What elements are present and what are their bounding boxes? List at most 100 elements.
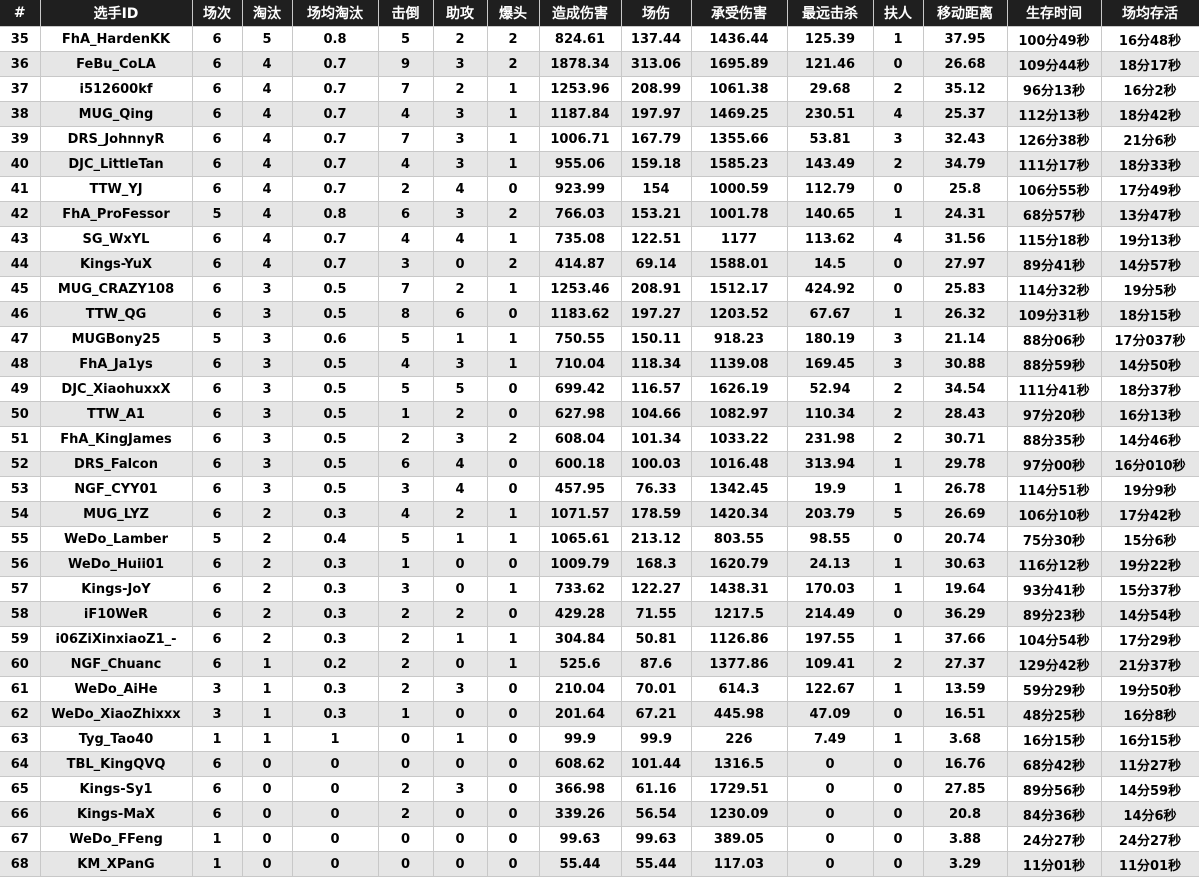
cell-eliminations: 4	[242, 126, 293, 152]
cell-matches: 6	[192, 576, 243, 602]
cell-avg-eliminations: 0.6	[292, 326, 379, 352]
cell-headshots: 2	[487, 51, 540, 77]
cell-damage-taken: 1061.38	[691, 76, 788, 102]
cell-headshots: 0	[487, 676, 540, 702]
cell-player-id: Kings-MaX	[40, 801, 193, 827]
cell-revives: 1	[873, 626, 924, 652]
cell-eliminations: 4	[242, 201, 293, 227]
cell-revives: 4	[873, 101, 924, 127]
cell-eliminations: 2	[242, 626, 293, 652]
cell-knockdowns: 0	[378, 726, 434, 752]
cell-longest-kill: 0	[787, 751, 874, 777]
cell-matches: 6	[192, 276, 243, 302]
cell-avg-damage: 70.01	[621, 676, 692, 702]
cell-damage-taken: 1512.17	[691, 276, 788, 302]
cell-assists: 4	[433, 176, 488, 202]
table-row: 58 iF10WeR 6 2 0.3 2 2 0 429.28 71.55 1217.5 214.49…	[0, 601, 1199, 627]
cell-rank: 35	[0, 26, 41, 52]
cell-assists: 0	[433, 826, 488, 852]
cell-rank: 42	[0, 201, 41, 227]
header-assists: 助攻	[433, 0, 488, 27]
cell-longest-kill: 140.65	[787, 201, 874, 227]
cell-avg-damage: 101.44	[621, 751, 692, 777]
cell-player-id: MUG_CRAZY108	[40, 276, 193, 302]
cell-headshots: 1	[487, 351, 540, 377]
cell-avg-damage: 208.91	[621, 276, 692, 302]
cell-distance-moved: 30.71	[923, 426, 1008, 452]
cell-damage-taken: 389.05	[691, 826, 788, 852]
cell-eliminations: 4	[242, 176, 293, 202]
cell-knockdowns: 2	[378, 176, 434, 202]
cell-rank: 66	[0, 801, 41, 827]
cell-avg-damage: 159.18	[621, 151, 692, 177]
cell-avg-eliminations: 0.7	[292, 76, 379, 102]
cell-eliminations: 2	[242, 501, 293, 527]
cell-rank: 63	[0, 726, 41, 752]
cell-knockdowns: 1	[378, 701, 434, 727]
cell-distance-moved: 20.74	[923, 526, 1008, 552]
cell-rank: 48	[0, 351, 41, 377]
cell-distance-moved: 16.51	[923, 701, 1008, 727]
cell-revives: 3	[873, 126, 924, 152]
cell-rank: 39	[0, 126, 41, 152]
table-row: 54 MUG_LYZ 6 2 0.3 4 2 1 1071.57 178.59 1420.34 203…	[0, 501, 1199, 527]
cell-longest-kill: 0	[787, 826, 874, 852]
cell-eliminations: 4	[242, 226, 293, 252]
cell-damage-dealt: 429.28	[539, 601, 622, 627]
cell-avg-eliminations: 0.7	[292, 51, 379, 77]
cell-damage-dealt: 99.63	[539, 826, 622, 852]
cell-avg-damage: 153.21	[621, 201, 692, 227]
cell-damage-taken: 1377.86	[691, 651, 788, 677]
cell-matches: 6	[192, 776, 243, 802]
cell-assists: 0	[433, 651, 488, 677]
cell-distance-moved: 34.79	[923, 151, 1008, 177]
cell-damage-taken: 1016.48	[691, 451, 788, 477]
cell-avg-damage: 87.6	[621, 651, 692, 677]
cell-headshots: 0	[487, 176, 540, 202]
table-row: 45 MUG_CRAZY108 6 3 0.5 7 2 1 1253.46 208.91 1512.…	[0, 276, 1199, 302]
cell-player-id: FhA_ProFessor	[40, 201, 193, 227]
cell-longest-kill: 0	[787, 851, 874, 877]
cell-longest-kill: 110.34	[787, 401, 874, 427]
cell-avg-eliminations: 0.7	[292, 226, 379, 252]
cell-avg-eliminations: 0.2	[292, 651, 379, 677]
cell-damage-taken: 614.3	[691, 676, 788, 702]
cell-longest-kill: 230.51	[787, 101, 874, 127]
cell-headshots: 0	[487, 451, 540, 477]
cell-knockdowns: 1	[378, 551, 434, 577]
header-revives: 扶人	[873, 0, 924, 27]
cell-damage-taken: 1033.22	[691, 426, 788, 452]
header-survival-time: 生存时间	[1007, 0, 1102, 27]
cell-damage-dealt: 1006.71	[539, 126, 622, 152]
cell-avg-eliminations: 0.7	[292, 101, 379, 127]
cell-headshots: 1	[487, 651, 540, 677]
cell-avg-survival: 18分33秒	[1101, 151, 1199, 177]
cell-rank: 41	[0, 176, 41, 202]
cell-player-id: Kings-JoY	[40, 576, 193, 602]
cell-eliminations: 3	[242, 401, 293, 427]
cell-headshots: 0	[487, 776, 540, 802]
cell-assists: 6	[433, 301, 488, 327]
cell-avg-damage: 100.03	[621, 451, 692, 477]
cell-knockdowns: 5	[378, 376, 434, 402]
cell-longest-kill: 0	[787, 776, 874, 802]
cell-headshots: 1	[487, 326, 540, 352]
cell-assists: 0	[433, 751, 488, 777]
cell-avg-survival: 15分37秒	[1101, 576, 1199, 602]
cell-revives: 0	[873, 701, 924, 727]
cell-distance-moved: 26.78	[923, 476, 1008, 502]
cell-headshots: 1	[487, 226, 540, 252]
cell-damage-dealt: 1878.34	[539, 51, 622, 77]
cell-player-id: FhA_HardenKK	[40, 26, 193, 52]
table-header: # 选手ID 场次 淘汰 场均淘汰 击倒 助攻 爆头 造成伤害 场伤 承受伤害 最远击杀 扶人 移动距离生…	[0, 0, 1199, 27]
cell-survival-time: 93分41秒	[1007, 576, 1102, 602]
cell-longest-kill: 122.67	[787, 676, 874, 702]
cell-avg-survival: 14分46秒	[1101, 426, 1199, 452]
cell-survival-time: 97分00秒	[1007, 451, 1102, 477]
cell-distance-moved: 30.63	[923, 551, 1008, 577]
cell-survival-time: 106分55秒	[1007, 176, 1102, 202]
table-row: 36 FeBu_CoLA 6 4 0.7 9 3 2 1878.34 313.06 1695.89 1…	[0, 51, 1199, 77]
cell-player-id: DJC_LittleTan	[40, 151, 193, 177]
cell-matches: 3	[192, 701, 243, 727]
cell-matches: 6	[192, 651, 243, 677]
